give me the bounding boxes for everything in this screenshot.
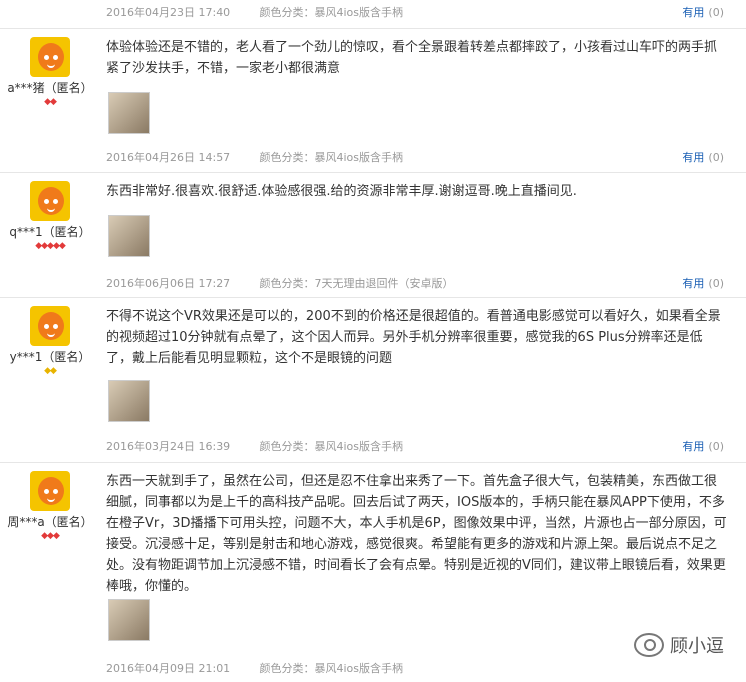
review-variant: 颜色分类：暴风4ios版含手柄 bbox=[259, 6, 404, 19]
review-item: q***1（匿名） ◆◆◆◆◆ 东西非常好.很喜欢.很舒适.体验感很强.给的资源… bbox=[0, 173, 746, 298]
useful-button[interactable]: 有用 bbox=[682, 440, 704, 453]
review-variant: 颜色分类：暴风4ios版含手柄 bbox=[259, 151, 404, 164]
review-text: 体验体验还是不错的，老人看了一个劲儿的惊叹，看个全景跟着转差点都摔跤了，小孩看过… bbox=[106, 40, 718, 76]
avatar bbox=[30, 306, 70, 346]
reviewer-name: 周***a（匿名） bbox=[7, 515, 93, 529]
avatar bbox=[30, 471, 70, 511]
reputation-gems-icon: ◆◆ bbox=[44, 97, 57, 107]
review-photo-thumbnail[interactable] bbox=[108, 215, 150, 257]
reviewer: 周***a（匿名） ◆◆◆ bbox=[0, 463, 100, 541]
watermark: 顾小逗 bbox=[634, 632, 724, 658]
useful-vote: 有用 (0) bbox=[682, 149, 724, 165]
avatar bbox=[30, 181, 70, 221]
review-date: 2016年06月06日 17:27 bbox=[106, 277, 231, 290]
review-variant: 颜色分类：暴风4ios版含手柄 bbox=[259, 440, 404, 453]
review-meta: 2016年06月06日 17:27 颜色分类：7天无理由退回件（安卓版） bbox=[106, 275, 454, 291]
reviewer-name: y***1（匿名） bbox=[9, 350, 91, 364]
reputation-gems-icon: ◆◆ bbox=[44, 366, 57, 376]
review-date: 2016年04月23日 17:40 bbox=[106, 6, 231, 19]
review-meta: 2016年04月23日 17:40 颜色分类：暴风4ios版含手柄 bbox=[106, 4, 403, 20]
useful-button[interactable]: 有用 bbox=[682, 6, 704, 19]
review-photo-thumbnail[interactable] bbox=[108, 92, 150, 134]
review-top-partial: 2016年04月23日 17:40 颜色分类：暴风4ios版含手柄 有用 (0) bbox=[0, 0, 746, 29]
reputation-gems-icon: ◆◆◆◆◆ bbox=[35, 241, 66, 251]
review-text: 东西非常好.很喜欢.很舒适.体验感很强.给的资源非常丰厚.谢谢逗哥.晚上直播间见… bbox=[106, 184, 577, 199]
reputation-gems-icon: ◆◆◆ bbox=[41, 531, 60, 541]
review-text: 不得不说这个VR效果还是可以的，200不到的价格还是很超值的。看普通电影感觉可以… bbox=[106, 309, 721, 366]
useful-button[interactable]: 有用 bbox=[682, 277, 704, 290]
review-item: y***1（匿名） ◆◆ 不得不说这个VR效果还是可以的，200不到的价格还是很… bbox=[0, 298, 746, 463]
review-variant: 颜色分类：7天无理由退回件（安卓版） bbox=[259, 277, 454, 290]
review-photo-thumbnail[interactable] bbox=[108, 380, 150, 422]
review-variant: 颜色分类：暴风4ios版含手柄 bbox=[259, 662, 404, 675]
useful-count: (0) bbox=[708, 440, 724, 453]
wechat-icon bbox=[634, 633, 664, 657]
useful-count: (0) bbox=[708, 277, 724, 290]
review-date: 2016年04月09日 21:01 bbox=[106, 662, 231, 675]
review-text: 东西一天就到手了，虽然在公司，但还是忍不住拿出来秀了一下。首先盒子很大气，包装精… bbox=[106, 474, 727, 594]
review-photo-thumbnail[interactable] bbox=[108, 599, 150, 641]
reviewer-name: q***1（匿名） bbox=[9, 225, 91, 239]
review-date: 2016年04月26日 14:57 bbox=[106, 151, 231, 164]
review-meta: 2016年04月26日 14:57 颜色分类：暴风4ios版含手柄 bbox=[106, 149, 403, 165]
review-date: 2016年03月24日 16:39 bbox=[106, 440, 231, 453]
review-meta: 2016年04月09日 21:01 颜色分类：暴风4ios版含手柄 bbox=[106, 660, 403, 676]
useful-vote: 有用 (0) bbox=[682, 4, 724, 20]
reviewer: y***1（匿名） ◆◆ bbox=[0, 298, 100, 376]
useful-vote: 有用 (0) bbox=[682, 275, 724, 291]
review-meta: 2016年03月24日 16:39 颜色分类：暴风4ios版含手柄 bbox=[106, 438, 403, 454]
useful-button[interactable]: 有用 bbox=[682, 151, 704, 164]
review-item: a***猪（匿名） ◆◆ 体验体验还是不错的，老人看了一个劲儿的惊叹，看个全景跟… bbox=[0, 29, 746, 173]
useful-count: (0) bbox=[708, 6, 724, 19]
reviewer: a***猪（匿名） ◆◆ bbox=[0, 29, 100, 107]
useful-vote: 有用 (0) bbox=[682, 438, 724, 454]
useful-count: (0) bbox=[708, 151, 724, 164]
watermark-text: 顾小逗 bbox=[670, 636, 724, 657]
avatar bbox=[30, 37, 70, 77]
reviewer: q***1（匿名） ◆◆◆◆◆ bbox=[0, 173, 100, 251]
reviewer-name: a***猪（匿名） bbox=[7, 81, 93, 95]
